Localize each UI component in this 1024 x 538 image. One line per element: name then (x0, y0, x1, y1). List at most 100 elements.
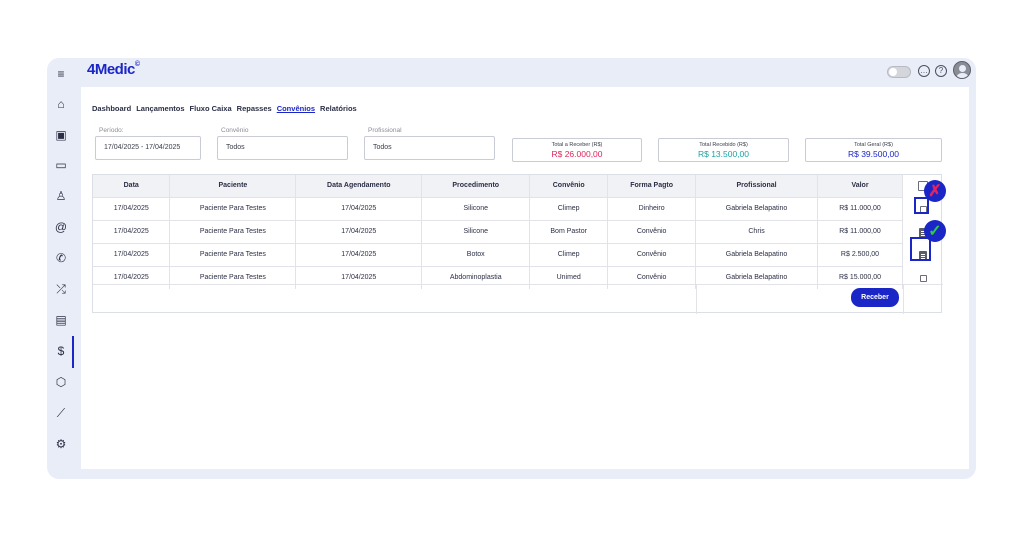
row-checkbox[interactable] (919, 275, 927, 282)
table-cell: 17/04/2025 (93, 196, 171, 220)
home-icon[interactable]: ⌂ (53, 96, 69, 112)
filter-profissional-label: Profissional (368, 127, 402, 134)
column-header[interactable]: Data Agendamento (295, 175, 423, 197)
total-a-receber-value: R$ 26.000,00 (551, 149, 603, 159)
theme-toggle[interactable] (887, 66, 911, 78)
shuffle-icon[interactable]: ⤮ (53, 281, 69, 297)
main-content: Dashboard Lançamentos Fluxo Caixa Repasses C… (81, 87, 969, 469)
filter-periodo-label: Período: (99, 127, 124, 134)
total-a-receber: Total a Receber (R$) R$ 26.000,00 (512, 138, 642, 162)
table-header: Data Paciente Data Agendamento Procedimento… (93, 175, 903, 197)
dollar-icon[interactable]: $ (53, 343, 69, 359)
table-cell: Paciente Para Testes (169, 265, 297, 289)
avatar[interactable] (953, 61, 971, 79)
total-geral: Total Geral (R$) R$ 39.500,00 (805, 138, 942, 162)
table-cell: 17/04/2025 (295, 219, 423, 243)
phone-icon[interactable]: ✆ (53, 250, 69, 266)
inbox-icon[interactable]: ▭ (53, 157, 69, 173)
table-cell: Convênio (607, 219, 697, 243)
at-icon[interactable]: @ (53, 219, 69, 235)
table-cell: Bom Pastor (529, 219, 609, 243)
profissional-select[interactable]: Todos (364, 136, 495, 160)
table-cell: 17/04/2025 (295, 265, 423, 289)
table-cell: Convênio (607, 242, 697, 266)
table-cell: R$ 11.000,00 (817, 219, 903, 243)
column-header[interactable]: Convênio (529, 175, 609, 197)
table-footer-divider (903, 284, 904, 314)
table-cell: Paciente Para Testes (169, 242, 297, 266)
column-header[interactable]: Data (93, 175, 171, 197)
table-cell: Paciente Para Testes (169, 196, 297, 220)
app-window: ≡ ⌂ ▣ ▭ ♙ @ ✆ ⤮ ▤ $ ⬡ ⟋ ⚙ 4Medic© … ? Dashboard Lança… (47, 58, 976, 479)
total-recebido-value: R$ 13.500,00 (697, 149, 750, 159)
tab-fluxo-caixa[interactable]: Fluxo Caixa (190, 104, 232, 113)
box-icon[interactable]: ⬡ (53, 374, 69, 390)
table-row[interactable]: 17/04/2025 Paciente Para Testes 17/04/2025… (93, 196, 903, 220)
table-cell: Unimed (529, 265, 609, 289)
tab-dashboard[interactable]: Dashboard (92, 104, 131, 113)
column-header[interactable]: Forma Pagto (607, 175, 697, 197)
tab-repasses[interactable]: Repasses (237, 104, 272, 113)
convenio-select[interactable]: Todos (217, 136, 348, 160)
tab-bar: Dashboard Lançamentos Fluxo Caixa Repasses C… (92, 104, 357, 113)
table-cell: Convênio (607, 265, 697, 289)
total-a-receber-label: Total a Receber (R$) (551, 142, 603, 148)
table-cell: R$ 11.000,00 (817, 196, 903, 220)
column-header[interactable]: Procedimento (421, 175, 531, 197)
table-cell: Gabriela Belapatino (695, 265, 818, 289)
filter-profissional: Profissional Todos (364, 127, 495, 160)
table-row[interactable]: 17/04/2025 Paciente Para Testes 17/04/2025… (93, 219, 903, 243)
tab-relatorios[interactable]: Relatórios (320, 104, 357, 113)
table-cell: Botox (421, 242, 531, 266)
table-footer-divider (696, 284, 697, 314)
help-icon[interactable]: ? (935, 65, 947, 77)
table-cell: Climep (529, 242, 609, 266)
table-cell: Gabriela Belapatino (695, 196, 818, 220)
table-row[interactable]: 17/04/2025 Paciente Para Testes 17/04/2025… (93, 242, 903, 266)
sidebar-active-indicator (72, 336, 74, 368)
table-footer-divider (93, 284, 943, 285)
tab-convenios[interactable]: Convênios (277, 104, 315, 113)
filter-convenio-label: Convênio (221, 127, 249, 134)
table-cell: Climep (529, 196, 609, 220)
total-recebido-label: Total Recebido (R$) (699, 142, 748, 148)
period-input[interactable]: 17/04/2025 - 17/04/2025 (95, 136, 201, 160)
receber-button[interactable]: Receber (851, 288, 899, 307)
column-header[interactable]: Profissional (695, 175, 818, 197)
table-cell: R$ 2.500,00 (817, 242, 903, 266)
topbar: 4Medic© … ? (75, 58, 976, 85)
sidebar: ≡ ⌂ ▣ ▭ ♙ @ ✆ ⤮ ▤ $ ⬡ ⟋ ⚙ (47, 58, 75, 479)
table-cell: 17/04/2025 (93, 219, 171, 243)
filter-periodo: Período: 17/04/2025 - 17/04/2025 (95, 127, 201, 160)
table-row[interactable]: 17/04/2025 Paciente Para Testes 17/04/2025… (93, 265, 903, 289)
total-recebido: Total Recebido (R$) R$ 13.500,00 (658, 138, 789, 162)
table-cell: 17/04/2025 (295, 242, 423, 266)
tab-lancamentos[interactable]: Lançamentos (136, 104, 184, 113)
column-header[interactable]: Paciente (169, 175, 297, 197)
user-icon[interactable]: ♙ (53, 188, 69, 204)
table-cell: Gabriela Belapatino (695, 242, 818, 266)
table-cell: 17/04/2025 (93, 242, 171, 266)
total-geral-label: Total Geral (R$) (854, 142, 893, 148)
convenios-table: Data Paciente Data Agendamento Procedimento… (92, 174, 943, 314)
highlight-box (914, 197, 929, 214)
table-cell: 17/04/2025 (295, 196, 423, 220)
chat-icon[interactable]: … (918, 65, 930, 77)
gear-icon[interactable]: ⚙ (53, 436, 69, 452)
table-cell: Chris (695, 219, 818, 243)
app-logo[interactable]: 4Medic© (87, 61, 140, 78)
calendar-icon[interactable]: ▣ (53, 127, 69, 143)
table-cell: Silicone (421, 196, 531, 220)
clipboard-icon[interactable]: ▤ (53, 312, 69, 328)
check-mark-icon: ✓ (924, 220, 946, 242)
filter-convenio: Convênio Todos (217, 127, 348, 160)
chart-icon[interactable]: ⟋ (53, 405, 69, 421)
row-action[interactable] (904, 267, 942, 290)
table-cell: R$ 15.000,00 (817, 265, 903, 289)
table-cell: Dinheiro (607, 196, 697, 220)
total-geral-value: R$ 39.500,00 (847, 149, 900, 159)
menu-icon[interactable]: ≡ (53, 66, 69, 82)
column-header[interactable]: Valor (817, 175, 903, 197)
table-cell: 17/04/2025 (93, 265, 171, 289)
table-cell: Paciente Para Testes (169, 219, 297, 243)
